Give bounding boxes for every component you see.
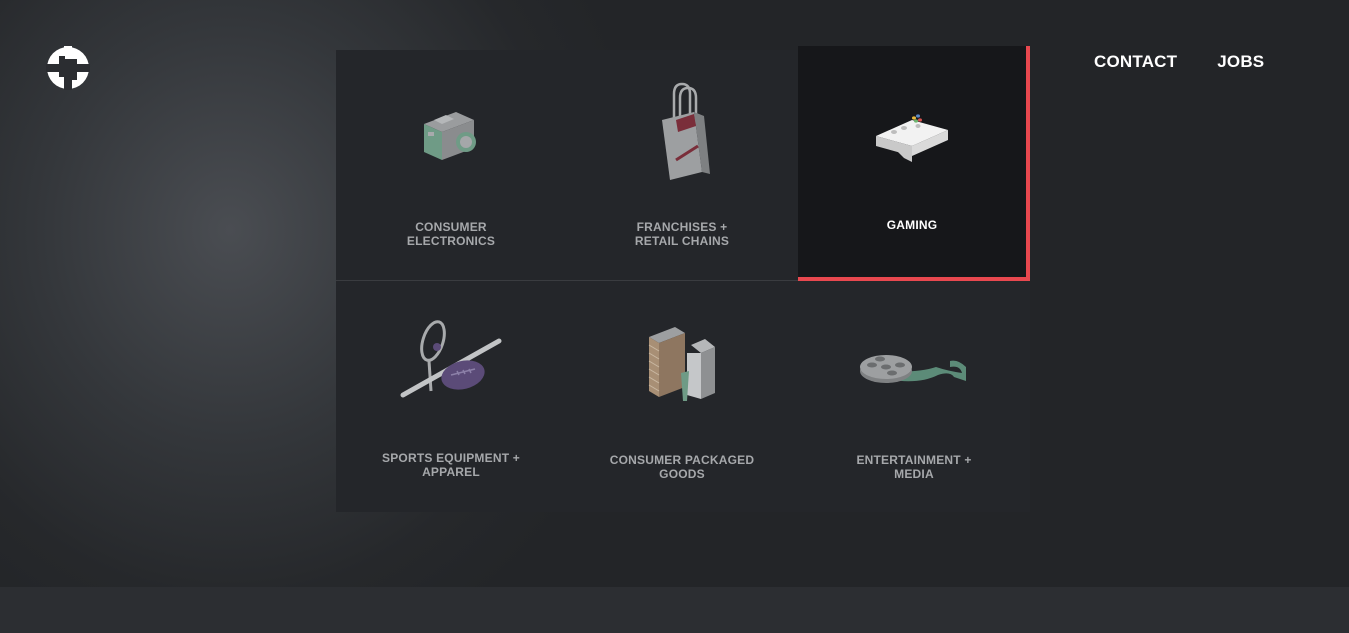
game-controller-icon — [872, 106, 952, 167]
contact-link[interactable]: CONTACT — [1094, 52, 1177, 72]
tile-label: ENTERTAINMENT + MEDIA — [856, 453, 972, 481]
shopping-bag-icon — [652, 80, 712, 189]
category-grid: CONSUMER ELECTRONICS FRANCHISES + RETAIL… — [336, 46, 1030, 512]
tile-franchises-retail-chains[interactable]: FRANCHISES + RETAIL CHAINS — [566, 50, 798, 281]
tile-label: SPORTS EQUIPMENT + APPAREL — [382, 451, 520, 479]
logo-icon — [46, 46, 90, 90]
tile-gaming[interactable]: GAMING — [798, 46, 1030, 281]
tile-label: CONSUMER ELECTRONICS — [406, 220, 496, 248]
tile-entertainment-media[interactable]: ENTERTAINMENT + MEDIA — [798, 281, 1030, 512]
sports-equipment-icon — [399, 319, 503, 406]
tile-consumer-packaged-goods[interactable]: CONSUMER PACKAGED GOODS — [566, 281, 798, 512]
jobs-link[interactable]: JOBS — [1217, 52, 1264, 72]
top-nav: CONTACT JOBS — [1094, 52, 1264, 72]
tile-consumer-electronics[interactable]: CONSUMER ELECTRONICS — [336, 50, 566, 281]
brand-logo[interactable] — [46, 46, 90, 90]
tile-label: GAMING — [886, 218, 938, 232]
film-reel-icon — [858, 345, 970, 394]
footer-band — [0, 587, 1349, 633]
camera-icon — [416, 102, 486, 169]
tile-sports-equipment-apparel[interactable]: SPORTS EQUIPMENT + APPAREL — [336, 281, 566, 512]
tile-label: FRANCHISES + RETAIL CHAINS — [634, 220, 730, 248]
tile-label: CONSUMER PACKAGED GOODS — [609, 453, 755, 481]
packaged-goods-icon — [645, 323, 719, 412]
